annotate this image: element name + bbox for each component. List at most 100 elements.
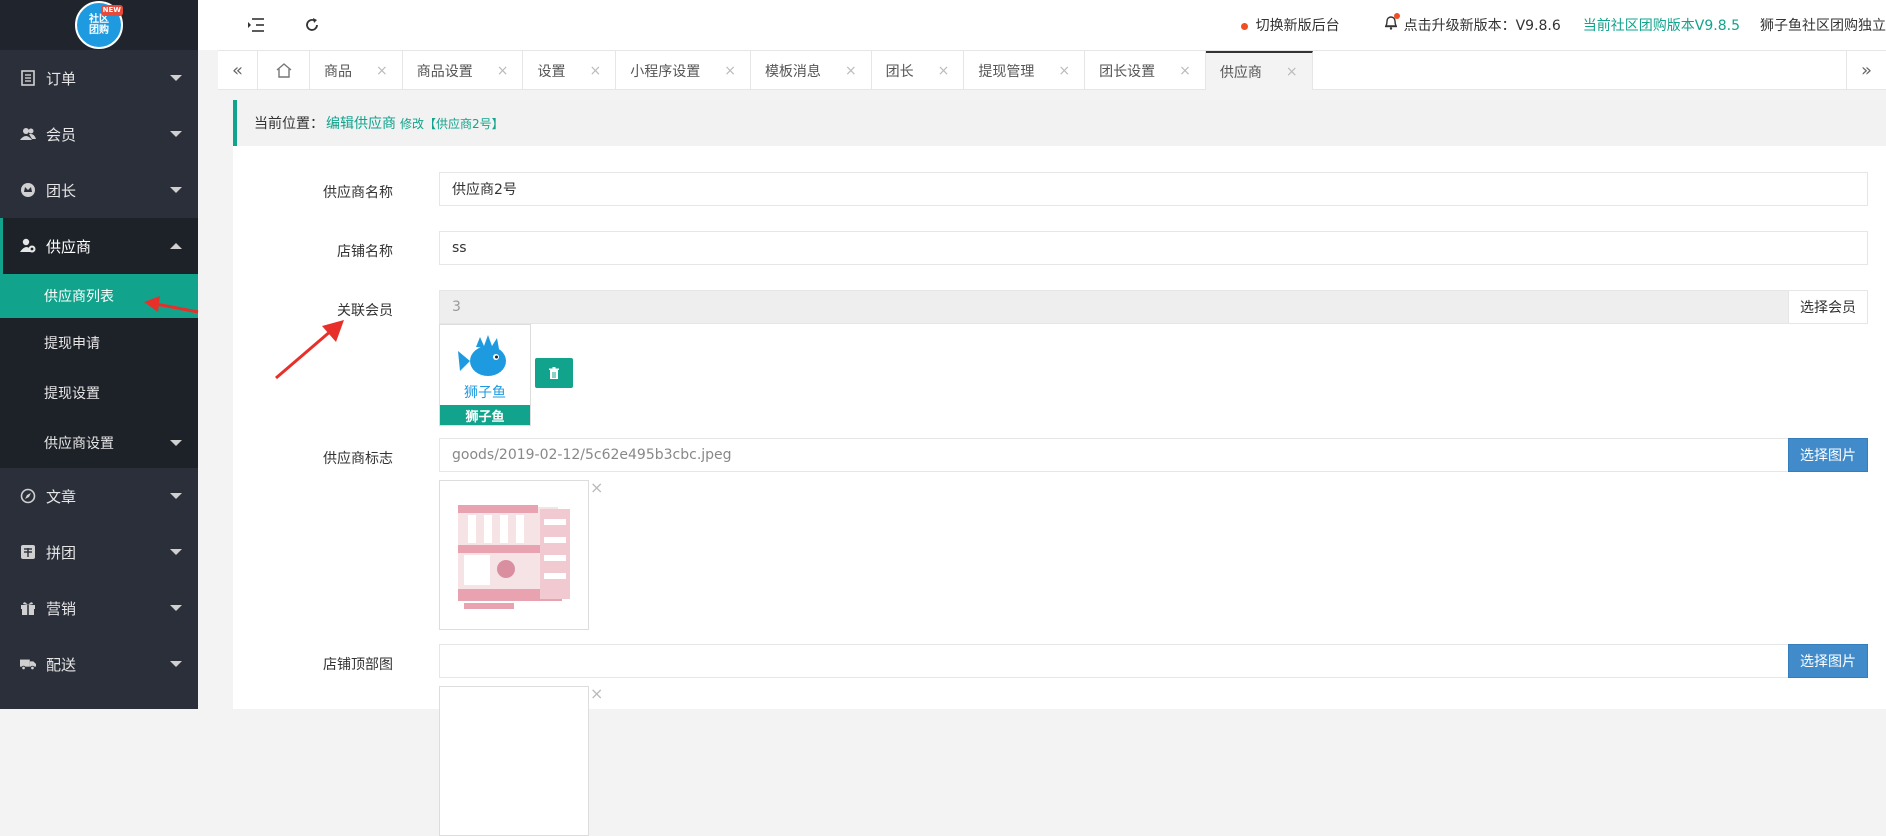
- sidebar-item-label: 会员: [46, 125, 77, 144]
- tab-label: 团长设置: [1099, 63, 1156, 80]
- supplier-name-input[interactable]: 供应商2号: [439, 172, 1868, 206]
- member-name: 狮子鱼: [440, 405, 530, 425]
- sidebar-subitem-withdraw-settings[interactable]: 提现设置: [0, 368, 198, 418]
- breadcrumb-prefix: 当前位置：: [254, 116, 324, 132]
- sidebar-item-orders[interactable]: 订单: [0, 50, 198, 106]
- tab-leader-settings[interactable]: 团长设置 ×: [1085, 51, 1206, 90]
- close-icon[interactable]: ×: [1179, 63, 1191, 79]
- chevron-down-icon: [170, 440, 182, 446]
- home-tab-icon[interactable]: [258, 51, 310, 90]
- trash-icon: [549, 367, 559, 379]
- status-dot-icon: [1240, 22, 1248, 30]
- sidebar-subitem-withdraw-request[interactable]: 提现申请: [0, 318, 198, 368]
- sidebar-item-label: 订单: [46, 69, 77, 88]
- chevron-up-icon: [170, 243, 182, 249]
- shop-name-input[interactable]: ss: [439, 231, 1868, 265]
- breadcrumb-action: 修改【供应商2号】: [400, 116, 504, 131]
- sidebar-subitem-label: 提现设置: [44, 386, 100, 402]
- sidebar-item-delivery[interactable]: 配送: [0, 636, 198, 692]
- truck-icon: [20, 656, 36, 672]
- tab-label: 商品: [324, 63, 352, 80]
- tabs-scroll-right-icon[interactable]: »: [1846, 51, 1886, 90]
- tab-label: 模板消息: [764, 63, 821, 80]
- sidebar-item-label: 文章: [46, 487, 77, 506]
- upgrade-link[interactable]: 点击升级新版本：V9.8.6: [1384, 13, 1561, 35]
- shop-banner-input[interactable]: [439, 644, 1794, 678]
- linked-member-label: 关联会员: [337, 303, 393, 319]
- chevron-down-icon: [170, 131, 182, 137]
- close-icon[interactable]: ×: [497, 63, 509, 79]
- supplier-logo-label: 供应商标志: [323, 451, 393, 467]
- sidebar-item-articles[interactable]: 文章: [0, 468, 198, 524]
- sidebar-item-members[interactable]: 会员: [0, 106, 198, 162]
- remove-banner-close-icon[interactable]: ×: [590, 684, 603, 703]
- sidebar-item-label: 供应商: [46, 237, 92, 256]
- tabs-scroll-left-icon[interactable]: «: [218, 51, 258, 90]
- breadcrumb-page-link[interactable]: 编辑供应商: [326, 113, 396, 133]
- main-panel: 当前位置： 编辑供应商 修改【供应商2号】 供应商名称 供应商2号 店铺名称 s…: [233, 100, 1886, 836]
- logo-new-badge: NEW: [100, 5, 123, 16]
- sidebar-item-label: 团长: [46, 181, 77, 200]
- select-member-button[interactable]: 选择会员: [1788, 290, 1868, 324]
- close-icon[interactable]: ×: [938, 63, 950, 79]
- sidebar-item-marketing[interactable]: 营销: [0, 580, 198, 636]
- upgrade-label: 点击升级新版本：V9.8.6: [1403, 18, 1561, 34]
- top-header: 切换新版后台 点击升级新版本：V9.8.6 当前社区团购版本V9.8.5 狮子鱼…: [198, 0, 1886, 50]
- chevron-down-icon: [170, 605, 182, 611]
- tab-bar: « 商品 × 商品设置 × 设置 × 小程序设置 × 模板消息 × 团长 × 提现管理 × 团…: [218, 50, 1886, 90]
- breadcrumb: 当前位置： 编辑供应商 修改【供应商2号】: [233, 100, 1886, 146]
- tab-template-messages[interactable]: 模板消息 ×: [751, 51, 872, 90]
- notification-dot: [1393, 13, 1400, 19]
- sidebar-subitem-label: 供应商设置: [44, 436, 114, 452]
- sidebar-item-supplier[interactable]: 供应商: [0, 218, 198, 274]
- sidebar-subitem-supplier-settings[interactable]: 供应商设置: [0, 418, 198, 468]
- remove-logo-close-icon[interactable]: ×: [590, 478, 603, 497]
- sidebar-item-label: 配送: [46, 655, 77, 674]
- supplier-icon: [20, 238, 36, 254]
- refresh-icon[interactable]: [292, 0, 332, 50]
- header-right: 切换新版后台 点击升级新版本：V9.8.6 当前社区团购版本V9.8.5 狮子鱼…: [1217, 0, 1886, 50]
- close-icon[interactable]: ×: [845, 63, 857, 79]
- crown-icon: [20, 182, 36, 198]
- tab-goods-settings[interactable]: 商品设置 ×: [403, 51, 524, 90]
- close-icon[interactable]: ×: [1058, 63, 1070, 79]
- select-banner-image-button[interactable]: 选择图片: [1788, 644, 1868, 678]
- close-icon[interactable]: ×: [376, 63, 388, 79]
- tab-label: 提现管理: [978, 63, 1035, 80]
- member-avatar-card: 狮子鱼 狮子鱼: [439, 324, 531, 426]
- sidebar-item-label: 拼团: [46, 543, 77, 562]
- shop-name-label: 店铺名称: [337, 244, 393, 260]
- remove-member-button[interactable]: [535, 358, 573, 388]
- sidebar-item-group-buy[interactable]: 拼团: [0, 524, 198, 580]
- app-logo[interactable]: 社区团购 NEW: [75, 1, 123, 49]
- tab-label: 供应商: [1219, 64, 1262, 81]
- switch-backend-link[interactable]: 切换新版后台: [1240, 15, 1340, 35]
- tab-settings[interactable]: 设置 ×: [523, 51, 617, 90]
- tab-label: 团长: [885, 63, 914, 80]
- users-icon: [20, 126, 36, 142]
- close-icon[interactable]: ×: [589, 63, 601, 79]
- close-icon[interactable]: ×: [724, 63, 736, 79]
- tab-leaders[interactable]: 团长 ×: [872, 51, 965, 90]
- menu-toggle-icon[interactable]: [236, 0, 276, 50]
- fish-avatar-icon: 狮子鱼: [458, 335, 506, 401]
- select-logo-image-button[interactable]: 选择图片: [1788, 438, 1868, 472]
- sidebar-subitem-supplier-list[interactable]: 供应商列表: [0, 274, 198, 318]
- current-version-text[interactable]: 当前社区团购版本V9.8.5: [1583, 15, 1740, 35]
- tab-withdraw-management[interactable]: 提现管理 ×: [964, 51, 1086, 90]
- gift-icon: [20, 600, 36, 616]
- sidebar-subitem-label: 供应商列表: [44, 289, 114, 305]
- logo-area: 社区团购 NEW: [0, 0, 198, 50]
- switch-backend-label: 切换新版后台: [1255, 18, 1340, 34]
- supplier-logo-input[interactable]: goods/2019-02-12/5c62e495b3cbc.jpeg: [439, 438, 1794, 472]
- chevron-down-icon: [170, 661, 182, 667]
- tab-supplier[interactable]: 供应商 ×: [1205, 51, 1313, 90]
- linked-member-input: 3: [439, 290, 1794, 324]
- close-icon[interactable]: ×: [1286, 64, 1298, 80]
- sidebar-item-leaders[interactable]: 团长: [0, 162, 198, 218]
- tab-miniprogram-settings[interactable]: 小程序设置 ×: [616, 51, 751, 90]
- tab-goods[interactable]: 商品 ×: [310, 51, 403, 90]
- avatar-text: 狮子鱼: [464, 384, 506, 401]
- site-name[interactable]: 狮子鱼社区团购独立: [1760, 15, 1886, 35]
- compass-icon: [20, 488, 36, 504]
